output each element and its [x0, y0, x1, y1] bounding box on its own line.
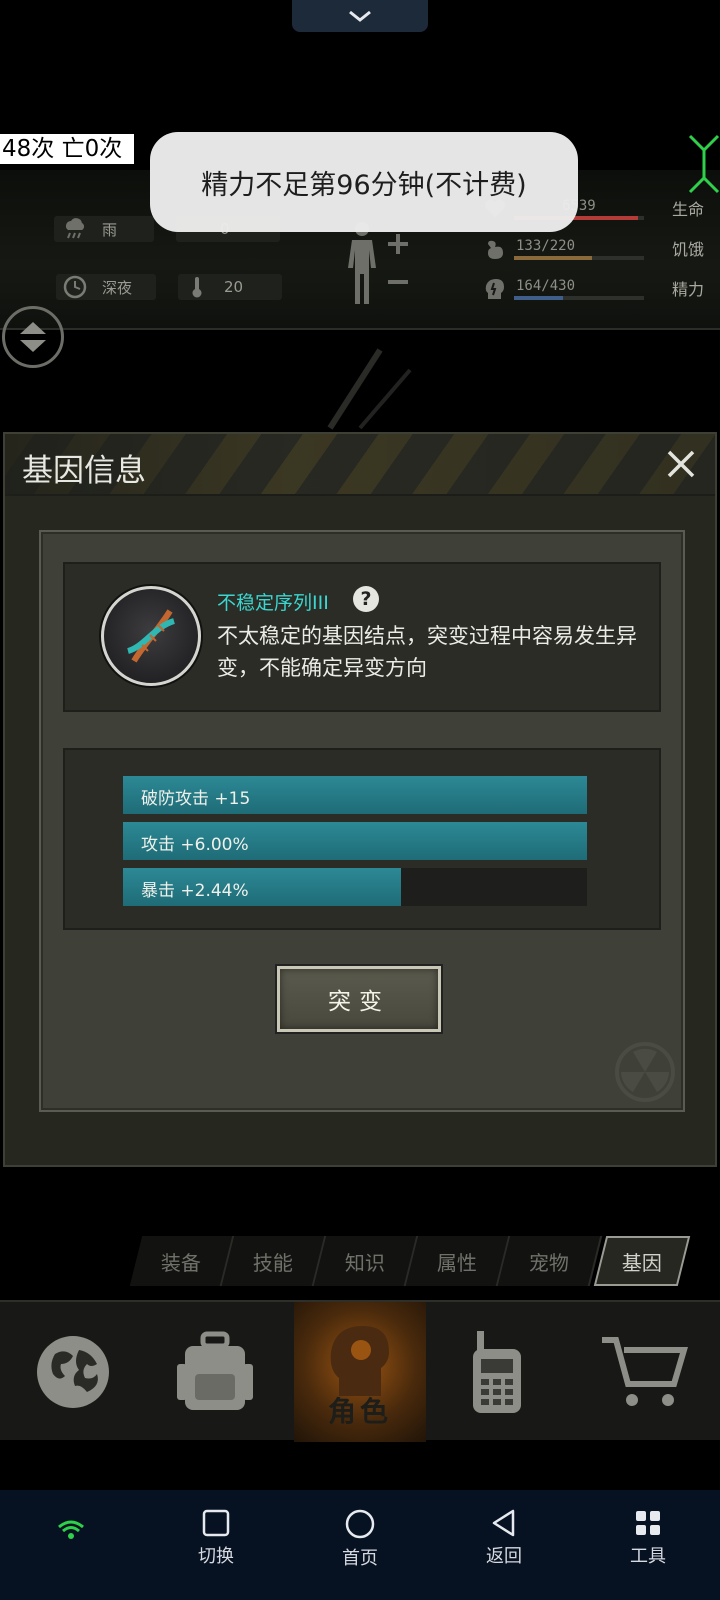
pull-down-handle[interactable] [292, 0, 428, 32]
radio-icon [473, 1331, 521, 1413]
vital-hunger: 133/220 饥饿 [474, 236, 704, 262]
close-icon[interactable] [661, 444, 701, 484]
toast-message: 精力不足第96分钟(不计费) [150, 132, 578, 232]
help-icon[interactable]: ? [353, 586, 379, 612]
system-nav-bar: 切换 首页 返回 工具 [0, 1490, 720, 1600]
grid-icon [636, 1511, 660, 1535]
chevron-up-icon [20, 322, 46, 334]
attribute-bar: 攻击 +6.00% [123, 822, 587, 860]
nav-world[interactable] [8, 1302, 138, 1442]
chevron-down-icon [20, 340, 46, 352]
chevron-down-icon [349, 10, 371, 22]
energy-value: 164/430 [516, 278, 576, 294]
attribute-bar: 破防攻击 +15 [123, 776, 587, 814]
nav-character-label: 角色 [327, 1395, 392, 1428]
attribute-label: 攻击 +6.00% [141, 835, 249, 855]
counter-label: 48次 亡0次 [0, 134, 135, 164]
dialog-title: 基因信息 [22, 453, 146, 489]
time-text: 深夜 [102, 278, 133, 297]
gene-info-dialog: 基因信息 不稳定序列III ? 不太稳定的基因结点，突变过程中容易发生异变，不能… [3, 432, 717, 1167]
energy-label: 精力 [671, 280, 704, 299]
thermometer-icon [192, 277, 202, 298]
attribute-bar: 暴击 +2.44% [123, 868, 587, 906]
tools-button[interactable]: 工具 [608, 1508, 688, 1568]
back-label: 返回 [486, 1546, 522, 1567]
gene-description: 不太稳定的基因结点，突变过程中容易发生异变，不能确定异变方向 [217, 624, 637, 680]
scene-background [327, 348, 412, 430]
gene-card: 不稳定序列III ? 不太稳定的基因结点，突变过程中容易发生异变，不能确定异变方… [63, 562, 661, 712]
sub-tab-bar: 装备 技能 知识 属性 宠物 基因 [129, 1236, 710, 1286]
vital-energy: 164/430 精力 [474, 276, 704, 302]
backpack-icon [177, 1331, 253, 1410]
dialog-content: 不稳定序列III ? 不太稳定的基因结点，突变过程中容易发生异变，不能确定异变方… [39, 530, 685, 1112]
main-nav-bar: 角色 [0, 1300, 720, 1442]
tab-equipment[interactable]: 装备 [129, 1236, 235, 1286]
tab-knowledge[interactable]: 知识 [313, 1236, 419, 1286]
square-icon [202, 1509, 230, 1537]
stomach-icon [488, 240, 503, 259]
map-marker-icon[interactable] [688, 126, 720, 202]
mutate-button[interactable]: 突变 [277, 966, 441, 1032]
tools-label: 工具 [630, 1546, 666, 1567]
tab-attributes[interactable]: 属性 [405, 1236, 511, 1286]
home-button[interactable]: 首页 [320, 1508, 400, 1570]
tab-genes[interactable]: 基因 [593, 1236, 691, 1286]
gene-name: 不稳定序列III [217, 592, 329, 614]
nav-shop[interactable] [578, 1302, 708, 1442]
wifi-icon [58, 1520, 84, 1539]
rain-icon [66, 218, 85, 239]
nav-radio[interactable] [432, 1302, 562, 1442]
nav-character[interactable]: 角色 [294, 1302, 426, 1442]
hunger-value: 133/220 [516, 238, 576, 254]
character-head-icon [330, 1326, 389, 1396]
switch-button[interactable]: 切换 [176, 1508, 256, 1568]
home-label: 首页 [342, 1548, 378, 1569]
head-icon [485, 279, 504, 299]
attribute-label: 破防攻击 +15 [141, 789, 251, 809]
attribute-panel: 破防攻击 +15 攻击 +6.00% 暴击 +2.44% [63, 748, 661, 930]
dna-icon [101, 586, 201, 686]
weather-pill: 雨 [54, 216, 154, 242]
clock-icon [63, 275, 87, 299]
nav-backpack[interactable] [150, 1302, 280, 1442]
tab-skills[interactable]: 技能 [221, 1236, 327, 1286]
temperature-value: 20 [224, 278, 244, 296]
circle-icon [345, 1509, 375, 1539]
tab-pets[interactable]: 宠物 [497, 1236, 603, 1286]
time-pill: 深夜 [56, 274, 156, 300]
cart-icon [602, 1337, 688, 1406]
back-triangle-icon [492, 1509, 515, 1537]
radiation-icon [615, 1042, 675, 1102]
scroll-toggle-button[interactable] [2, 306, 64, 368]
attribute-label: 暴击 +2.44% [141, 881, 249, 901]
back-button[interactable]: 返回 [464, 1508, 544, 1568]
switch-label: 切换 [198, 1546, 234, 1567]
globe-icon [37, 1336, 109, 1408]
body-figure-icon[interactable] [344, 220, 414, 306]
weather-text: 雨 [102, 220, 118, 239]
temperature-pill: 20 [178, 274, 282, 300]
hunger-label: 饥饿 [671, 240, 704, 259]
